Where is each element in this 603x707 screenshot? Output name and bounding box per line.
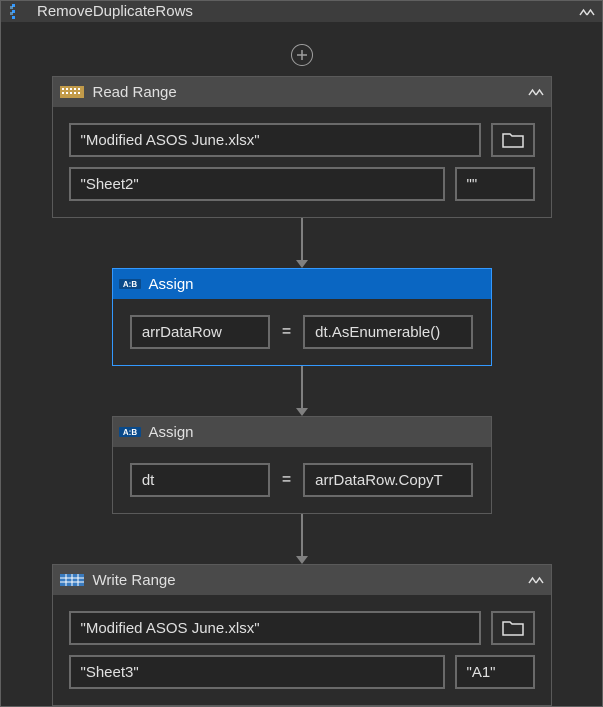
excel-read-icon: [59, 82, 85, 102]
assign-to-input[interactable]: dt: [130, 463, 270, 497]
flow-arrow: [296, 366, 308, 416]
assign-to-input[interactable]: arrDataRow: [130, 315, 270, 349]
assign-value-input[interactable]: dt.AsEnumerable(): [303, 315, 473, 349]
assign-activity-2[interactable]: A:B Assign dt = arrDataRow.CopyT: [112, 416, 492, 514]
read-range-activity[interactable]: Read Range "Modified ASOS June.xlsx" "Sh…: [52, 76, 552, 218]
sequence-icon: [7, 3, 29, 21]
add-activity-button[interactable]: [291, 44, 313, 66]
folder-icon: [502, 132, 524, 148]
range-input[interactable]: "": [455, 167, 535, 201]
excel-write-icon: [59, 570, 85, 590]
folder-icon: [502, 620, 524, 636]
assign-header[interactable]: A:B Assign: [113, 417, 491, 447]
sequence-title: RemoveDuplicateRows: [37, 3, 570, 20]
collapse-icon[interactable]: [527, 571, 545, 589]
collapse-icon[interactable]: [578, 3, 596, 21]
write-range-activity[interactable]: Write Range "Modified ASOS June.xlsx" "S…: [52, 564, 552, 706]
svg-text:A:B: A:B: [122, 428, 136, 437]
file-path-input[interactable]: "Modified ASOS June.xlsx": [69, 611, 481, 645]
sequence-body: Read Range "Modified ASOS June.xlsx" "Sh…: [1, 22, 602, 706]
assign-title: Assign: [149, 276, 485, 293]
read-range-header[interactable]: Read Range: [53, 77, 551, 107]
assign-icon: A:B: [119, 423, 141, 441]
read-range-body: "Modified ASOS June.xlsx" "Sheet2" "": [53, 107, 551, 217]
flow-arrow: [296, 514, 308, 564]
flow-arrow: [296, 218, 308, 268]
assign-icon: A:B: [119, 275, 141, 293]
sheet-name-input[interactable]: "Sheet2": [69, 167, 445, 201]
file-path-input[interactable]: "Modified ASOS June.xlsx": [69, 123, 481, 157]
assign-header[interactable]: A:B Assign: [113, 269, 491, 299]
write-range-body: "Modified ASOS June.xlsx" "Sheet3" "A1": [53, 595, 551, 705]
assign-value-input[interactable]: arrDataRow.CopyT: [303, 463, 473, 497]
assign-title: Assign: [149, 424, 485, 441]
root-sequence-container: RemoveDuplicateRows Read Range: [0, 0, 603, 707]
range-input[interactable]: "A1": [455, 655, 535, 689]
equals-sign: =: [280, 471, 293, 489]
assign-activity-1[interactable]: A:B Assign arrDataRow = dt.AsEnumerable(…: [112, 268, 492, 366]
collapse-icon[interactable]: [527, 83, 545, 101]
write-range-title: Write Range: [93, 572, 519, 589]
sheet-name-input[interactable]: "Sheet3": [69, 655, 445, 689]
assign-body: arrDataRow = dt.AsEnumerable(): [113, 299, 491, 365]
browse-file-button[interactable]: [491, 611, 535, 645]
read-range-title: Read Range: [93, 84, 519, 101]
svg-text:A:B: A:B: [122, 280, 136, 289]
equals-sign: =: [280, 323, 293, 341]
write-range-header[interactable]: Write Range: [53, 565, 551, 595]
assign-body: dt = arrDataRow.CopyT: [113, 447, 491, 513]
browse-file-button[interactable]: [491, 123, 535, 157]
sequence-header[interactable]: RemoveDuplicateRows: [1, 1, 602, 22]
